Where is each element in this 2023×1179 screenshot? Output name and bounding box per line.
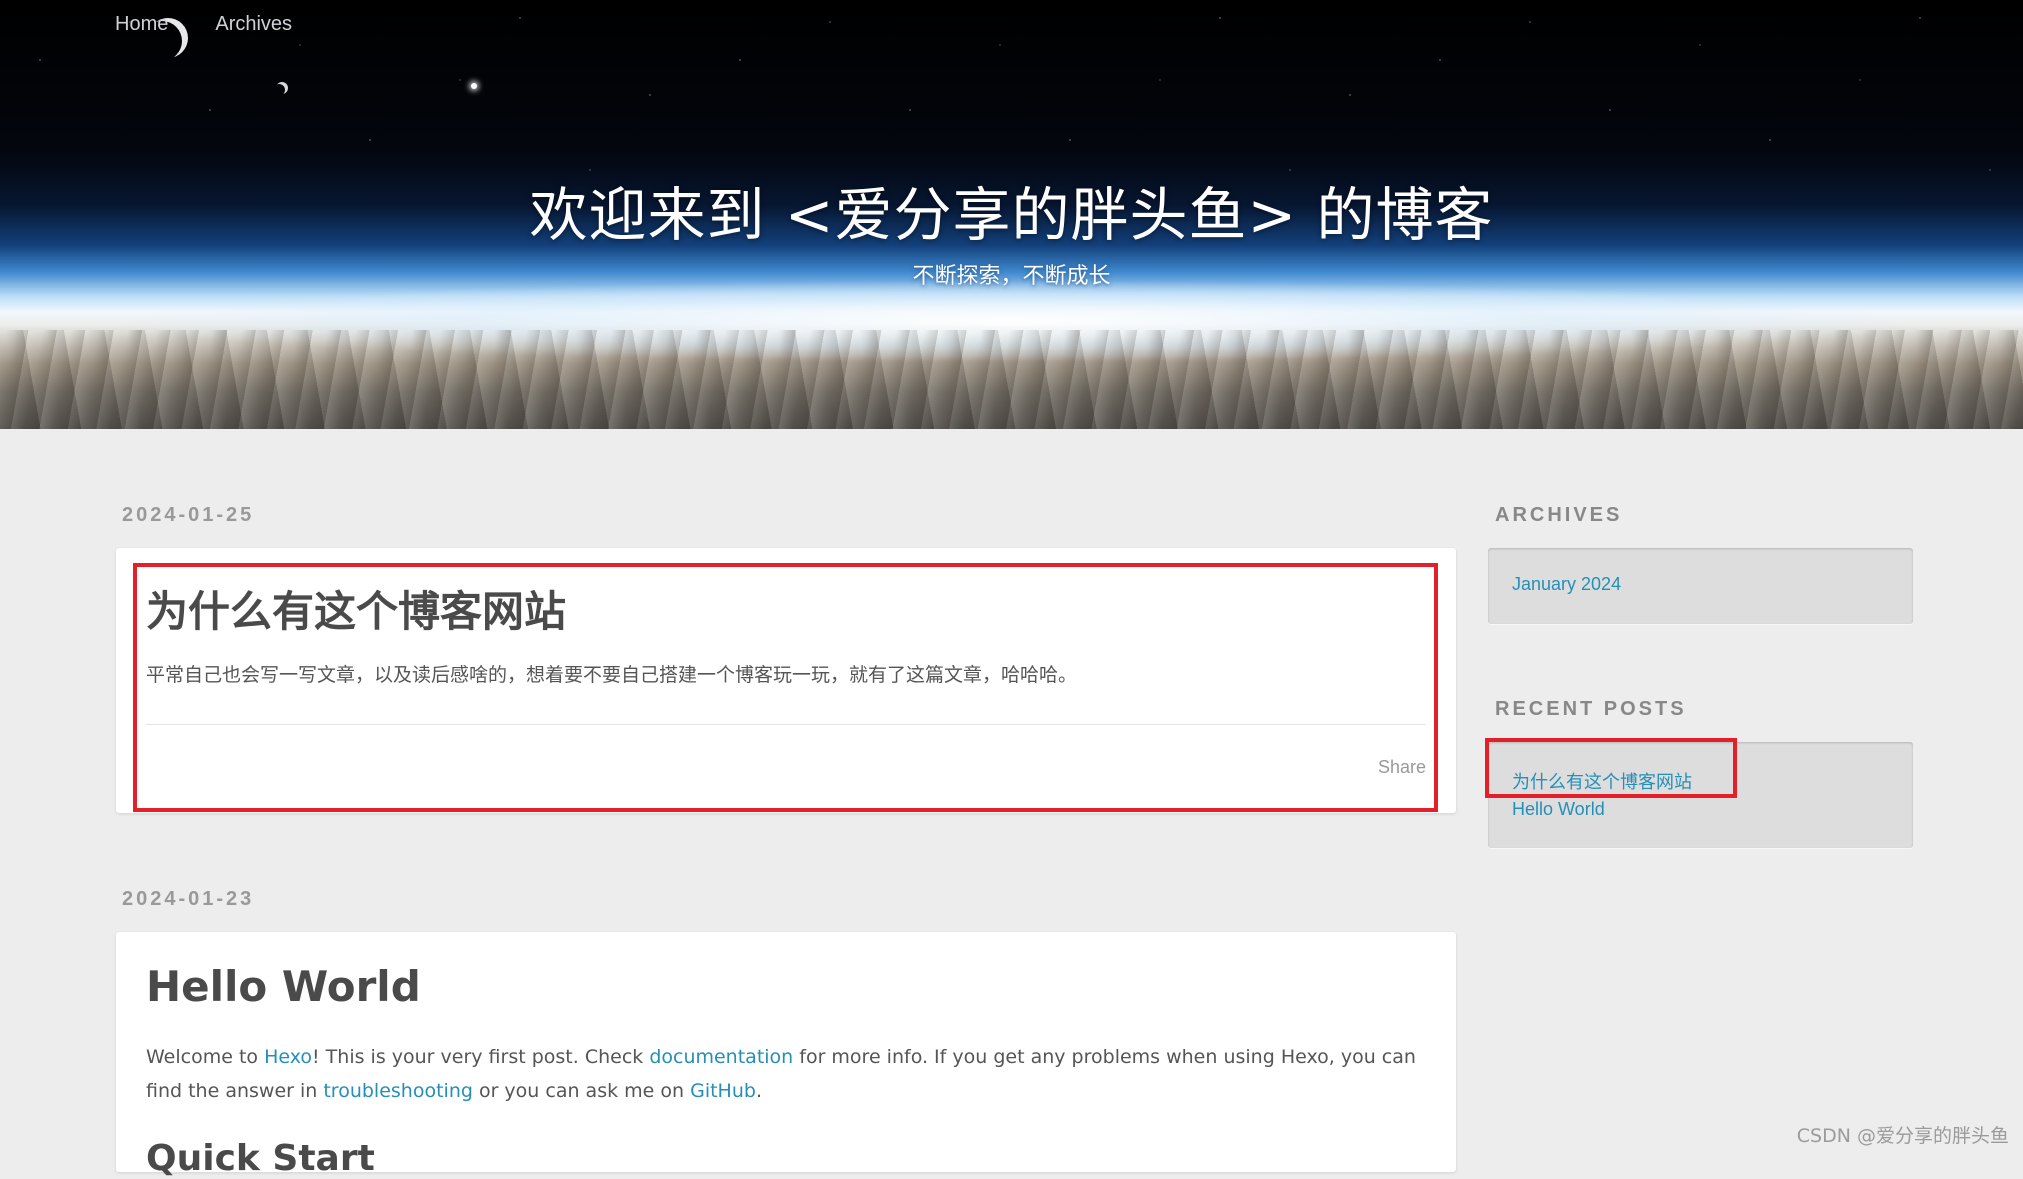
site-banner: Home Archives 欢迎来到 <爱分享的胖头鱼> 的博客 不断探索，不断… <box>0 0 2023 429</box>
body-text: or you can ask me on <box>472 1080 691 1102</box>
body-text: ! This is your very first post. Check <box>312 1046 650 1068</box>
recent-post-link[interactable]: Hello World <box>1512 799 1605 820</box>
archive-month-link[interactable]: January 2024 <box>1512 574 1621 595</box>
troubleshooting-link[interactable]: troubleshooting <box>323 1080 473 1102</box>
github-link[interactable]: GitHub <box>690 1080 756 1102</box>
post-date: 2024-01-25 <box>122 504 255 526</box>
cloud-layer <box>0 330 2023 429</box>
post-title[interactable]: Hello World <box>146 962 421 1011</box>
post-card: Hello World Welcome to Hexo! This is you… <box>116 932 1456 1179</box>
site-title: 欢迎来到 <爱分享的胖头鱼> 的博客 <box>529 181 1494 249</box>
quick-start-heading: Quick Start <box>146 1138 375 1179</box>
red-highlight-box <box>133 563 1438 812</box>
post-body: Welcome to Hexo! This is your very first… <box>146 1040 1426 1108</box>
archives-widget: January 2024 <box>1488 548 1913 624</box>
hexo-link[interactable]: Hexo <box>264 1046 312 1068</box>
recent-posts-widget-title: RECENT POSTS <box>1495 698 1687 720</box>
small-moon-icon <box>276 82 288 94</box>
archives-widget-title: ARCHIVES <box>1495 504 1623 526</box>
nav-home-link[interactable]: Home <box>115 8 168 40</box>
csdn-watermark: CSDN @爱分享的胖头鱼 <box>1796 1125 2009 1147</box>
bright-star-icon <box>471 83 477 89</box>
red-highlight-box <box>1485 738 1737 798</box>
body-text: . <box>755 1080 762 1102</box>
body-text: Welcome to <box>146 1046 265 1068</box>
main-nav: Home Archives <box>115 8 292 40</box>
nav-archives-link[interactable]: Archives <box>215 8 292 40</box>
site-subtitle: 不断探索，不断成长 <box>912 264 1111 289</box>
documentation-link[interactable]: documentation <box>649 1046 793 1068</box>
post-date: 2024-01-23 <box>122 888 255 910</box>
